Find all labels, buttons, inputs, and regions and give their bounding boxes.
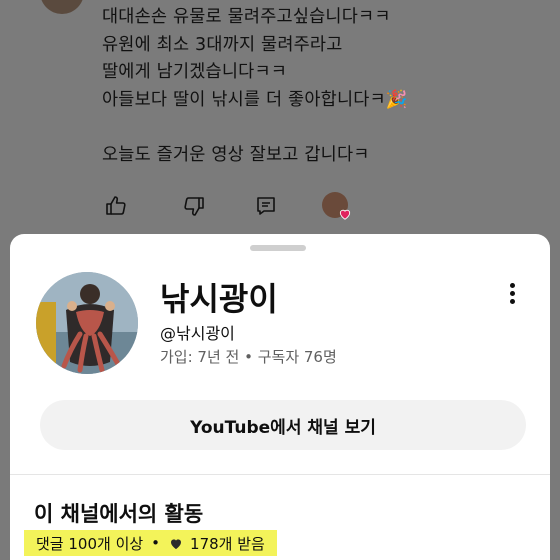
comment-actions — [100, 192, 360, 220]
comment-line: 딸에게 남기겠습니다ㅋㅋ — [102, 62, 288, 82]
comment-line-empty — [102, 114, 542, 142]
divider — [10, 474, 550, 475]
channel-bottom-sheet: 낚시광이 @낚시광이 가입: 7년 전 • 구독자 76명 YouTube에서 … — [10, 234, 550, 560]
channel-avatar[interactable] — [36, 272, 138, 374]
separator: • — [151, 534, 161, 552]
comment-body: 대대손손 유물로 물려주고싶습니다ㅋㅋ 유원에 최소 3대까지 물려주라고 딸에… — [102, 4, 542, 169]
channel-name: 낚시광이 — [160, 280, 278, 318]
comment-line: 대대손손 유물로 물려주고싶습니다ㅋㅋ — [102, 7, 391, 27]
comment-line: 유원에 최소 3대까지 물려주라고 — [102, 34, 343, 55]
channel-meta: 가입: 7년 전 • 구독자 76명 — [160, 348, 337, 366]
activity-stats: 댓글 100개 이상 • 178개 받음 — [24, 530, 277, 556]
creator-heart-icon — [338, 206, 352, 220]
like-icon[interactable] — [104, 194, 128, 218]
comment-count: 댓글 100개 이상 — [36, 534, 144, 553]
commenter-avatar[interactable] — [40, 0, 84, 14]
heart-icon — [168, 536, 184, 551]
reply-icon[interactable] — [254, 194, 278, 218]
activity-title: 이 채널에서의 활동 — [34, 502, 204, 526]
likes-received: 178개 받음 — [190, 534, 265, 553]
more-options-icon[interactable] — [498, 280, 526, 310]
dislike-icon[interactable] — [182, 194, 206, 218]
comment-background: 대대손손 유물로 물려주고싶습니다ㅋㅋ 유원에 최소 3대까지 물려주라고 딸에… — [0, 0, 560, 240]
comment-line: 오늘도 즐거운 영상 잘보고 갑니다ㅋ — [102, 144, 370, 165]
channel-handle: @낚시광이 — [160, 324, 235, 343]
comment-line: 아들보다 딸이 낚시를 더 좋아합니다ㅋ🎉 — [102, 89, 408, 110]
drag-handle[interactable] — [250, 245, 306, 251]
view-channel-button[interactable]: YouTube에서 채널 보기 — [40, 400, 526, 450]
